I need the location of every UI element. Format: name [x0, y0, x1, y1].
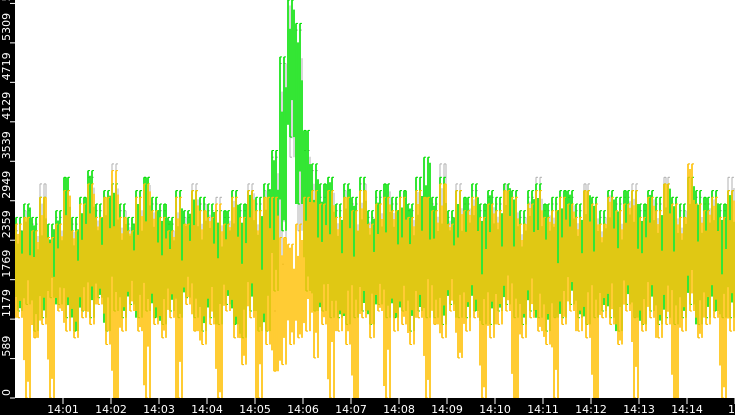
y-axis: 0 589 1179 1769 2359 2949 3539 4129 4719 5309 5899 [0, 0, 15, 399]
y-tick-label: 1769 [0, 250, 13, 278]
x-tick-label: 14:04 [191, 403, 223, 415]
x-tick-label: 14 [728, 403, 735, 415]
x-tick-label: 14:11 [527, 403, 559, 415]
y-tick-label: 589 [0, 336, 13, 357]
y-tick-label: 1179 [0, 289, 13, 317]
x-tick-label: 14:01 [47, 403, 79, 415]
y-tick-label: 0 [0, 389, 13, 396]
y-tick-label: 5309 [0, 13, 13, 41]
y-tick-label: 4719 [0, 52, 13, 80]
x-tick-label: 14:13 [623, 403, 655, 415]
x-tick-label: 14:03 [143, 403, 175, 415]
x-tick-label: 14:08 [383, 403, 415, 415]
x-tick-label: 14:05 [239, 403, 271, 415]
y-tick-label: 5899 [0, 0, 13, 1]
x-tick-label: 14:02 [95, 403, 127, 415]
y-tick-label: 2359 [0, 210, 13, 238]
x-tick-label: 14:12 [575, 403, 607, 415]
plot-area [15, 0, 735, 399]
y-tick-label: 2949 [0, 171, 13, 199]
x-tick-label: 14:14 [671, 403, 703, 415]
x-tick-label: 14:06 [287, 403, 319, 415]
y-tick-label: 3539 [0, 131, 13, 159]
x-tick-label: 14:10 [479, 403, 511, 415]
y-tick-label: 4129 [0, 92, 13, 120]
x-tick-label: 14:07 [335, 403, 367, 415]
range-chart: 0 589 1179 1769 2359 2949 3539 4129 4719 5309 5899… [0, 0, 735, 415]
x-tick-label: 14:09 [431, 403, 463, 415]
